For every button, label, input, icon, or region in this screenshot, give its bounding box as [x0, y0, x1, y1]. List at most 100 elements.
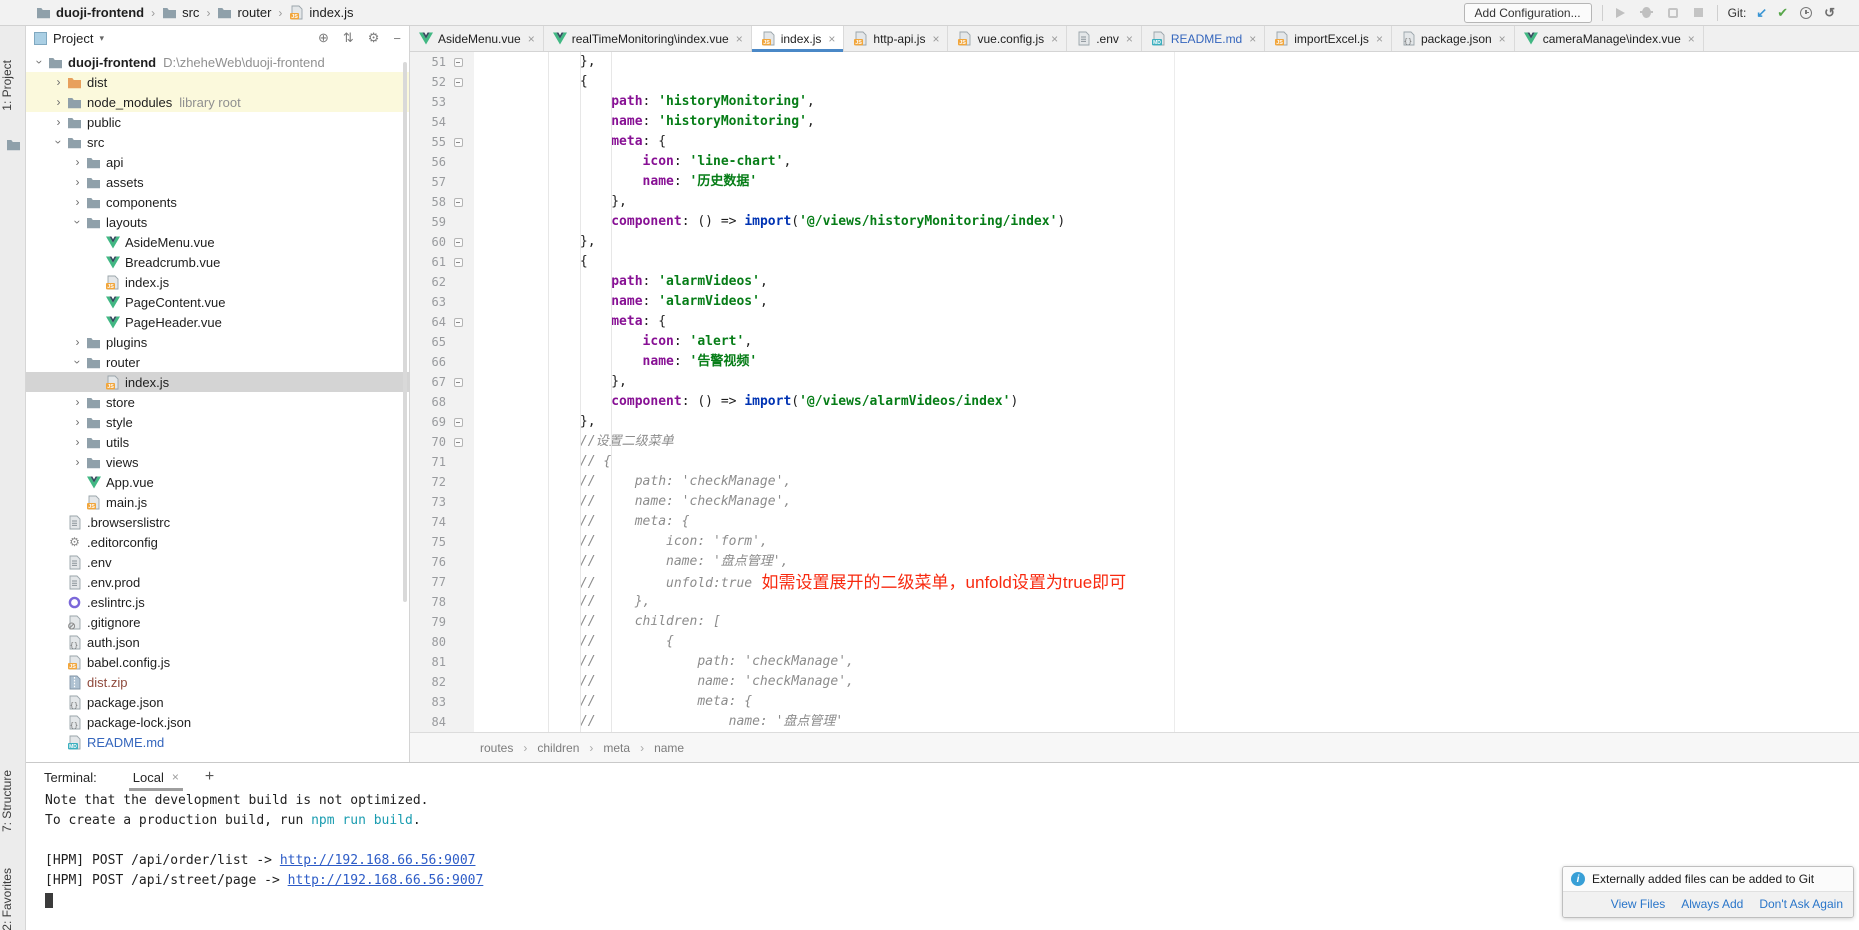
chevron-expanded-icon[interactable]: ›	[71, 215, 85, 230]
code-line[interactable]: // meta: {	[486, 512, 1859, 532]
editor-tab[interactable]: JSimportExcel.js×	[1265, 26, 1392, 51]
code-line[interactable]: //设置二级菜单	[486, 432, 1859, 452]
fold-marker-icon[interactable]	[446, 438, 470, 447]
editor-tab[interactable]: JShttp-api.js×	[844, 26, 948, 51]
close-icon[interactable]: ×	[1124, 32, 1133, 46]
breadcrumb-item[interactable]: src	[162, 5, 199, 20]
code-line[interactable]: // meta: {	[486, 692, 1859, 712]
tree-item[interactable]: PageContent.vue	[26, 292, 409, 312]
tree-item[interactable]: JSmain.js	[26, 492, 409, 512]
fold-marker-icon[interactable]	[446, 378, 470, 387]
code-line[interactable]: },	[486, 52, 1859, 72]
fold-marker-icon[interactable]	[446, 58, 470, 67]
tree-item[interactable]: ›api	[26, 152, 409, 172]
new-terminal-button[interactable]: +	[205, 768, 214, 786]
editor-tab[interactable]: MDREADME.md×	[1142, 26, 1265, 51]
git-commit-icon[interactable]: ✔	[1777, 5, 1788, 21]
tree-item[interactable]: {}auth.json	[26, 632, 409, 652]
tree-item[interactable]: ›components	[26, 192, 409, 212]
close-icon[interactable]: ×	[1247, 32, 1256, 46]
tree-item[interactable]: ›node_moduleslibrary root	[26, 92, 409, 112]
tree-item[interactable]: JSbabel.config.js	[26, 652, 409, 672]
close-icon[interactable]: ×	[1497, 32, 1506, 46]
code-line[interactable]: // icon: 'form',	[486, 532, 1859, 552]
chevron-collapsed-icon[interactable]: ›	[70, 455, 85, 469]
code-line[interactable]: component: () => import('@/views/alarmVi…	[486, 392, 1859, 412]
tree-item[interactable]: .browserslistrc	[26, 512, 409, 532]
hide-panel-icon[interactable]: −	[393, 31, 401, 46]
code-line[interactable]: path: 'alarmVideos',	[486, 272, 1859, 292]
code-line[interactable]: name: 'alarmVideos',	[486, 292, 1859, 312]
chevron-collapsed-icon[interactable]: ›	[70, 415, 85, 429]
terminal-tab-local[interactable]: Local ×	[129, 763, 183, 791]
tree-item[interactable]: ⚙.editorconfig	[26, 532, 409, 552]
editor-tab[interactable]: AsideMenu.vue×	[410, 26, 544, 51]
editor-breadcrumb-item[interactable]: name	[654, 741, 684, 755]
close-icon[interactable]: ×	[734, 32, 743, 46]
code-line[interactable]: },	[486, 372, 1859, 392]
tool-tab-project[interactable]: 1: Project	[0, 60, 26, 111]
editor-tab[interactable]: cameraManage\index.vue×	[1515, 26, 1704, 51]
code-line[interactable]: },	[486, 412, 1859, 432]
tree-item[interactable]: ›utils	[26, 432, 409, 452]
code-line[interactable]: meta: {	[486, 132, 1859, 152]
project-scrollbar[interactable]	[403, 62, 407, 602]
code-line[interactable]: // {	[486, 452, 1859, 472]
chevron-collapsed-icon[interactable]: ›	[70, 335, 85, 349]
fold-marker-icon[interactable]	[446, 138, 470, 147]
code-line[interactable]: // path: 'checkManage',	[486, 472, 1859, 492]
close-icon[interactable]: ×	[826, 32, 835, 46]
editor-breadcrumb-item[interactable]: meta	[603, 741, 630, 755]
code-line[interactable]: // name: '盘点管理',	[486, 552, 1859, 572]
chevron-collapsed-icon[interactable]: ›	[51, 75, 66, 89]
code-line[interactable]: name: '历史数据'	[486, 172, 1859, 192]
locate-file-icon[interactable]: ⊕	[318, 30, 329, 46]
stop-icon[interactable]	[1691, 5, 1707, 21]
chevron-expanded-icon[interactable]: ›	[33, 55, 47, 70]
tree-item[interactable]: ›src	[26, 132, 409, 152]
notification-action-link[interactable]: Always Add	[1681, 897, 1743, 911]
fold-marker-icon[interactable]	[446, 258, 470, 267]
tree-item[interactable]: .gitignore	[26, 612, 409, 632]
notification-action-link[interactable]: View Files	[1611, 897, 1665, 911]
chevron-collapsed-icon[interactable]: ›	[51, 115, 66, 129]
chevron-expanded-icon[interactable]: ›	[71, 355, 85, 370]
chevron-collapsed-icon[interactable]: ›	[70, 395, 85, 409]
code-line[interactable]: // {	[486, 632, 1859, 652]
editor-breadcrumb-item[interactable]: children	[537, 741, 579, 755]
tree-item[interactable]: ›router	[26, 352, 409, 372]
close-icon[interactable]: ×	[170, 770, 179, 784]
git-update-icon[interactable]: ↙	[1756, 5, 1767, 21]
gear-icon[interactable]: ⚙	[368, 30, 380, 46]
editor-tab[interactable]: JSindex.js×	[752, 26, 845, 51]
tree-item[interactable]: MDREADME.md	[26, 732, 409, 752]
close-icon[interactable]: ×	[1049, 32, 1058, 46]
close-icon[interactable]: ×	[1686, 32, 1695, 46]
tree-item[interactable]: ›assets	[26, 172, 409, 192]
debug-icon[interactable]	[1639, 5, 1655, 21]
tool-tab-favorites[interactable]: 2: Favorites	[0, 868, 26, 930]
code-line[interactable]: component: () => import('@/views/history…	[486, 212, 1859, 232]
fold-marker-icon[interactable]	[446, 318, 470, 327]
code-line[interactable]: name: '告警视频'	[486, 352, 1859, 372]
tree-item[interactable]: .env	[26, 552, 409, 572]
add-configuration-button[interactable]: Add Configuration...	[1464, 3, 1592, 23]
code-line[interactable]: icon: 'line-chart',	[486, 152, 1859, 172]
chevron-collapsed-icon[interactable]: ›	[70, 435, 85, 449]
tree-item[interactable]: ›dist	[26, 72, 409, 92]
code-line[interactable]: // name: '盘点管理'	[486, 712, 1859, 732]
close-icon[interactable]: ×	[1374, 32, 1383, 46]
tree-item[interactable]: App.vue	[26, 472, 409, 492]
tree-item[interactable]: ›views	[26, 452, 409, 472]
tree-item[interactable]: {}package-lock.json	[26, 712, 409, 732]
tree-item[interactable]: ›store	[26, 392, 409, 412]
editor-code[interactable]: }, { path: 'historyMonitoring', name: 'h…	[474, 52, 1859, 732]
tree-item[interactable]: ›duoji-frontendD:\zheheWeb\duoji-fronten…	[26, 52, 409, 72]
git-rollback-icon[interactable]: ↺	[1824, 5, 1835, 21]
tree-item[interactable]: dist.zip	[26, 672, 409, 692]
tool-tab-structure[interactable]: 7: Structure	[0, 770, 26, 832]
code-line[interactable]: // unfold:true 如需设置展开的二级菜单，unfold设置为true…	[486, 572, 1859, 592]
breadcrumb-item[interactable]: JSindex.js	[289, 5, 353, 20]
chevron-collapsed-icon[interactable]: ›	[70, 155, 85, 169]
breadcrumb-item[interactable]: duoji-frontend	[36, 5, 144, 20]
